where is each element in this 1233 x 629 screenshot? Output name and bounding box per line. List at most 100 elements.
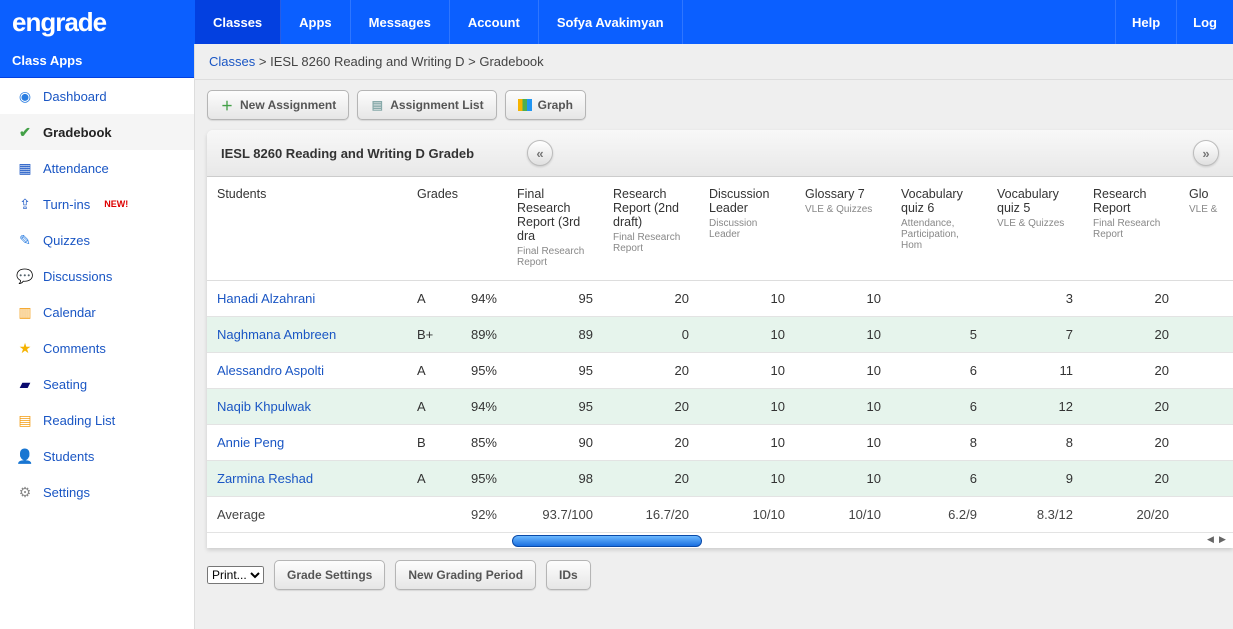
nav-apps[interactable]: Apps <box>281 0 351 44</box>
col-assignment[interactable]: Research Report (2nd draft)Final Researc… <box>603 177 699 281</box>
student-link[interactable]: Annie Peng <box>217 435 284 450</box>
score-cell[interactable]: 20 <box>1083 461 1179 497</box>
score-cell[interactable]: 12 <box>987 389 1083 425</box>
col-assignment[interactable]: Discussion LeaderDiscussion Leader <box>699 177 795 281</box>
nav-classes[interactable]: Classes <box>195 0 281 44</box>
student-link[interactable]: Hanadi Alzahrani <box>217 291 315 306</box>
student-link[interactable]: Naghmana Ambreen <box>217 327 336 342</box>
nav-log[interactable]: Log <box>1176 0 1233 44</box>
scroll-prev-button[interactable]: « <box>527 140 553 166</box>
score-cell[interactable]: 89 <box>507 317 603 353</box>
print-select[interactable]: Print... <box>207 566 264 584</box>
score-cell[interactable]: 10 <box>699 461 795 497</box>
nav-user[interactable]: Sofya Avakimyan <box>539 0 683 44</box>
score-cell[interactable]: 5 <box>891 317 987 353</box>
sidebar-item-quizzes[interactable]: ✎ Quizzes <box>0 222 194 258</box>
scroll-next-button[interactable]: » <box>1193 140 1219 166</box>
col-assignment[interactable]: Vocabulary quiz 5VLE & Quizzes <box>987 177 1083 281</box>
score-cell[interactable] <box>1179 389 1233 425</box>
scroll-thumb[interactable] <box>512 535 702 547</box>
col-assignment[interactable]: Final Research Report (3rd draFinal Rese… <box>507 177 603 281</box>
score-cell[interactable]: 20 <box>1083 353 1179 389</box>
score-cell[interactable] <box>1179 425 1233 461</box>
sidebar-item-attendance[interactable]: ▦ Attendance <box>0 150 194 186</box>
sidebar-item-students[interactable]: 👤 Students <box>0 438 194 474</box>
score-cell[interactable]: 20 <box>1083 425 1179 461</box>
grade-settings-button[interactable]: Grade Settings <box>274 560 385 590</box>
nav-account[interactable]: Account <box>450 0 539 44</box>
score-cell[interactable] <box>1179 281 1233 317</box>
nav-help[interactable]: Help <box>1115 0 1176 44</box>
score-cell[interactable]: 7 <box>987 317 1083 353</box>
score-cell[interactable]: 3 <box>987 281 1083 317</box>
score-cell[interactable]: 10 <box>795 425 891 461</box>
sidebar-item-dashboard[interactable]: ◉ Dashboard <box>0 78 194 114</box>
score-cell[interactable]: 9 <box>987 461 1083 497</box>
film-icon: ▰ <box>17 376 33 392</box>
score-cell[interactable]: 8 <box>891 425 987 461</box>
score-cell[interactable]: 10 <box>699 425 795 461</box>
score-cell[interactable]: 20 <box>1083 389 1179 425</box>
score-cell[interactable]: 0 <box>603 317 699 353</box>
score-cell[interactable]: 6 <box>891 461 987 497</box>
score-cell[interactable]: 20 <box>603 425 699 461</box>
col-assignment[interactable]: Glossary 7VLE & Quizzes <box>795 177 891 281</box>
sidebar-item-seating[interactable]: ▰ Seating <box>0 366 194 402</box>
score-cell[interactable] <box>1179 317 1233 353</box>
score-cell[interactable]: 10 <box>699 281 795 317</box>
score-cell[interactable]: 20 <box>603 353 699 389</box>
scroll-track[interactable] <box>512 535 1203 547</box>
sidebar-item-gradebook[interactable]: ✔ Gradebook <box>0 114 194 150</box>
sidebar-item-reading[interactable]: ▤ Reading List <box>0 402 194 438</box>
sidebar-item-calendar[interactable]: ▥ Calendar <box>0 294 194 330</box>
student-link[interactable]: Naqib Khpulwak <box>217 399 311 414</box>
horizontal-scrollbar[interactable]: ◀ ▶ <box>207 532 1233 548</box>
student-name-cell: Naqib Khpulwak <box>207 389 407 425</box>
sidebar-item-turnins[interactable]: ⇪ Turn-ins NEW! <box>0 186 194 222</box>
scroll-right-arrow[interactable]: ▶ <box>1219 534 1229 544</box>
col-assignment[interactable]: GloVLE & <box>1179 177 1233 281</box>
score-cell[interactable]: 20 <box>603 281 699 317</box>
new-grading-period-button[interactable]: New Grading Period <box>395 560 536 590</box>
sidebar-item-settings[interactable]: ⚙ Settings <box>0 474 194 510</box>
score-cell[interactable]: 10 <box>795 389 891 425</box>
score-cell[interactable]: 90 <box>507 425 603 461</box>
score-cell[interactable]: 95 <box>507 389 603 425</box>
graph-button[interactable]: Graph <box>505 90 586 120</box>
score-cell[interactable]: 6 <box>891 389 987 425</box>
sidebar-item-comments[interactable]: ★ Comments <box>0 330 194 366</box>
assignment-list-button[interactable]: ▤ Assignment List <box>357 90 496 120</box>
score-cell[interactable]: 10 <box>795 281 891 317</box>
score-cell[interactable]: 8 <box>987 425 1083 461</box>
score-cell[interactable]: 11 <box>987 353 1083 389</box>
scroll-left-arrow[interactable]: ◀ <box>1207 534 1217 544</box>
score-cell[interactable]: 10 <box>795 353 891 389</box>
score-cell[interactable]: 10 <box>699 353 795 389</box>
score-cell[interactable]: 98 <box>507 461 603 497</box>
new-assignment-button[interactable]: ＋ New Assignment <box>207 90 349 120</box>
ids-button[interactable]: IDs <box>546 560 591 590</box>
score-cell[interactable]: 10 <box>795 461 891 497</box>
score-cell[interactable] <box>891 281 987 317</box>
score-cell[interactable]: 95 <box>507 353 603 389</box>
score-cell[interactable]: 6 <box>891 353 987 389</box>
score-cell[interactable]: 20 <box>603 461 699 497</box>
score-cell[interactable]: 20 <box>603 389 699 425</box>
col-grades[interactable]: Grades <box>407 177 507 281</box>
col-assignment[interactable]: Research ReportFinal Research Report <box>1083 177 1179 281</box>
col-assignment[interactable]: Vocabulary quiz 6Attendance, Participati… <box>891 177 987 281</box>
score-cell[interactable]: 20 <box>1083 281 1179 317</box>
student-link[interactable]: Zarmina Reshad <box>217 471 313 486</box>
col-students[interactable]: Students <box>207 177 407 281</box>
breadcrumb-root[interactable]: Classes <box>209 54 255 69</box>
score-cell[interactable]: 10 <box>699 317 795 353</box>
score-cell[interactable]: 10 <box>795 317 891 353</box>
nav-messages[interactable]: Messages <box>351 0 450 44</box>
score-cell[interactable] <box>1179 353 1233 389</box>
score-cell[interactable] <box>1179 461 1233 497</box>
score-cell[interactable]: 20 <box>1083 317 1179 353</box>
score-cell[interactable]: 10 <box>699 389 795 425</box>
student-link[interactable]: Alessandro Aspolti <box>217 363 324 378</box>
sidebar-item-discussions[interactable]: 💬 Discussions <box>0 258 194 294</box>
score-cell[interactable]: 95 <box>507 281 603 317</box>
